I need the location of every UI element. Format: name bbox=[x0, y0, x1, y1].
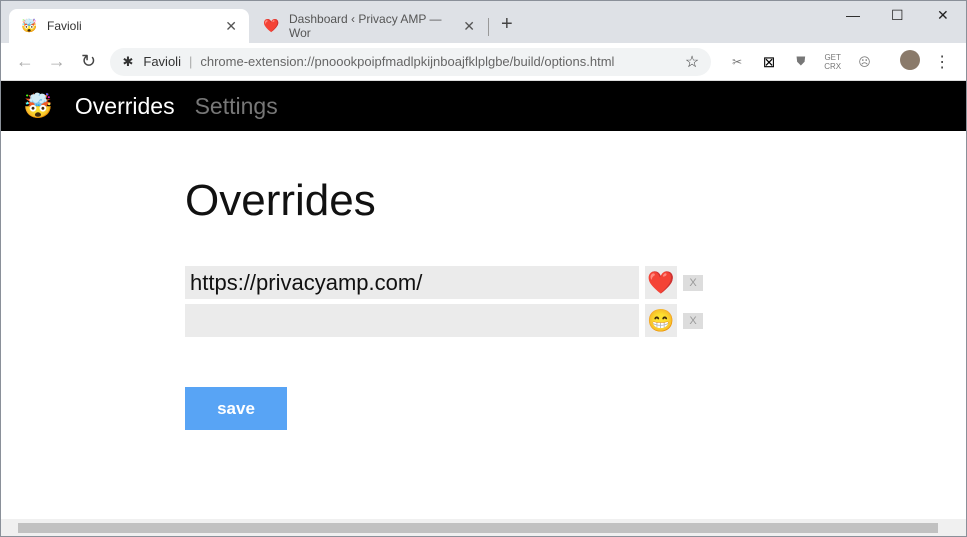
tab-title: Favioli bbox=[47, 19, 82, 33]
save-button[interactable]: save bbox=[185, 387, 287, 430]
avatar[interactable] bbox=[894, 50, 926, 73]
emoji-picker[interactable]: 😁 bbox=[645, 304, 677, 337]
close-tab-icon[interactable]: ✕ bbox=[225, 18, 237, 35]
back-icon[interactable]: ← bbox=[9, 51, 41, 72]
site-label: Favioli bbox=[143, 54, 181, 69]
tab-favioli[interactable]: 🤯 Favioli ✕ bbox=[9, 9, 249, 43]
emoji-picker[interactable]: ❤️ bbox=[645, 266, 677, 299]
nav-overrides[interactable]: Overrides bbox=[75, 93, 175, 120]
url-text: chrome-extension://pnoookpoipfmadlpkijnb… bbox=[200, 54, 615, 69]
tab-title: Dashboard ‹ Privacy AMP — Wor bbox=[289, 12, 442, 40]
delete-button[interactable]: X bbox=[683, 274, 703, 291]
forward-icon[interactable]: → bbox=[41, 51, 73, 72]
scrollbar-thumb[interactable] bbox=[18, 523, 938, 533]
url-input[interactable] bbox=[185, 266, 639, 299]
new-tab-button[interactable]: + bbox=[501, 13, 513, 36]
address-bar[interactable]: ✱ Favioli | chrome-extension://pnoookpoi… bbox=[110, 47, 712, 76]
reload-icon[interactable]: ↻ bbox=[73, 51, 105, 72]
nav-settings[interactable]: Settings bbox=[195, 93, 278, 120]
maximize-button[interactable]: ☐ bbox=[891, 7, 904, 24]
overrides-page: Overrides ❤️ X 😁 X save bbox=[185, 176, 703, 430]
menu-icon[interactable]: ⋮ bbox=[926, 52, 958, 72]
star-icon[interactable]: ☆ bbox=[685, 52, 699, 72]
override-row: ❤️ X bbox=[185, 266, 703, 299]
tab-dashboard[interactable]: ❤️ Dashboard ‹ Privacy AMP — Wor ✕ bbox=[253, 9, 485, 43]
extension-close-window-icon[interactable]: ⊠ bbox=[753, 53, 785, 71]
browser-toolbar: ← → ↻ ✱ Favioli | chrome-extension://pno… bbox=[1, 43, 966, 81]
ublock-icon[interactable]: ⛊ bbox=[785, 54, 817, 69]
divider bbox=[488, 18, 489, 36]
divider: | bbox=[188, 54, 193, 69]
get-crx-icon[interactable]: GET CRX bbox=[817, 53, 849, 71]
minimize-button[interactable]: — bbox=[846, 7, 860, 23]
delete-button[interactable]: X bbox=[683, 312, 703, 329]
tab-favicon: ❤️ bbox=[263, 18, 280, 33]
tab-favicon: 🤯 bbox=[21, 18, 38, 33]
horizontal-scrollbar[interactable] bbox=[1, 519, 966, 536]
page-title: Overrides bbox=[185, 176, 376, 225]
app-header: 🤯 Overrides Settings bbox=[1, 81, 966, 131]
favioli-extension-icon[interactable]: ☹ bbox=[849, 55, 881, 69]
logo-icon: 🤯 bbox=[23, 92, 53, 120]
tab-strip: 🤯 Favioli ✕ ❤️ Dashboard ‹ Privacy AMP — Wo… bbox=[1, 1, 966, 43]
close-tab-icon[interactable]: ✕ bbox=[463, 18, 475, 35]
override-row: 😁 X bbox=[185, 304, 703, 337]
url-input[interactable] bbox=[185, 304, 639, 337]
close-window-button[interactable]: ✕ bbox=[937, 7, 949, 24]
extension-puzzle-icon: ✱ bbox=[122, 53, 134, 69]
extension-icon[interactable]: ✂ bbox=[721, 55, 753, 69]
